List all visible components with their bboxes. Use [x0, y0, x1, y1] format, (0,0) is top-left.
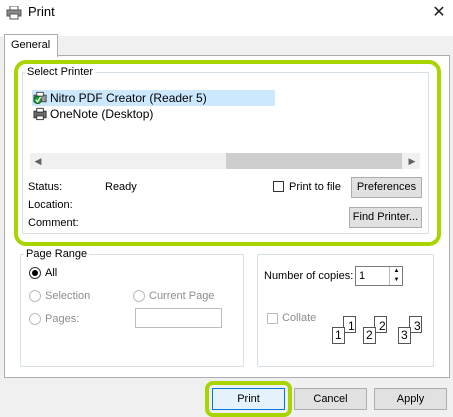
- page-range-pages-radio[interactable]: [29, 313, 41, 325]
- collate-illustration: 1 1 2 2 3 3: [330, 316, 430, 350]
- pages-input[interactable]: [135, 308, 222, 328]
- collate-page-number: 2: [379, 319, 386, 333]
- printer-icon: [6, 6, 22, 20]
- select-printer-highlight: [14, 60, 441, 246]
- collate-checkbox[interactable]: [267, 313, 278, 324]
- number-of-copies-input[interactable]: 1 ▲ ▼: [355, 266, 403, 286]
- page-range-pages-label[interactable]: Pages:: [45, 313, 79, 325]
- close-icon[interactable]: ✕: [428, 2, 450, 24]
- collate-page-number: 1: [348, 319, 355, 333]
- copies-stepper-up-icon[interactable]: ▲: [389, 267, 403, 276]
- tab-general[interactable]: General: [4, 34, 58, 57]
- collate-page-number: 2: [366, 328, 373, 342]
- window-title: Print: [28, 4, 55, 19]
- number-of-copies-value: 1: [359, 270, 366, 282]
- number-of-copies-label: Number of copies:: [264, 270, 354, 282]
- collate-page-number: 3: [414, 319, 421, 333]
- apply-button[interactable]: Apply: [374, 388, 447, 410]
- cancel-button[interactable]: Cancel: [294, 388, 367, 410]
- tab-general-label: General: [11, 39, 51, 51]
- copies-stepper-down-icon[interactable]: ▼: [389, 276, 403, 285]
- collate-page-number: 3: [401, 328, 408, 342]
- collate-label[interactable]: Collate: [282, 312, 316, 324]
- print-button-highlight: [205, 381, 292, 417]
- page-range-all-label[interactable]: All: [45, 267, 57, 279]
- page-range-selection-label[interactable]: Selection: [45, 290, 90, 302]
- collate-page-number: 1: [335, 328, 342, 342]
- page-range-all-radio[interactable]: [29, 267, 41, 279]
- title-bar: [0, 0, 453, 28]
- page-range-selection-radio[interactable]: [29, 290, 41, 302]
- page-range-current-page-radio[interactable]: [133, 290, 145, 302]
- page-range-current-page-label[interactable]: Current Page: [149, 290, 214, 302]
- page-range-legend: Page Range: [24, 248, 90, 260]
